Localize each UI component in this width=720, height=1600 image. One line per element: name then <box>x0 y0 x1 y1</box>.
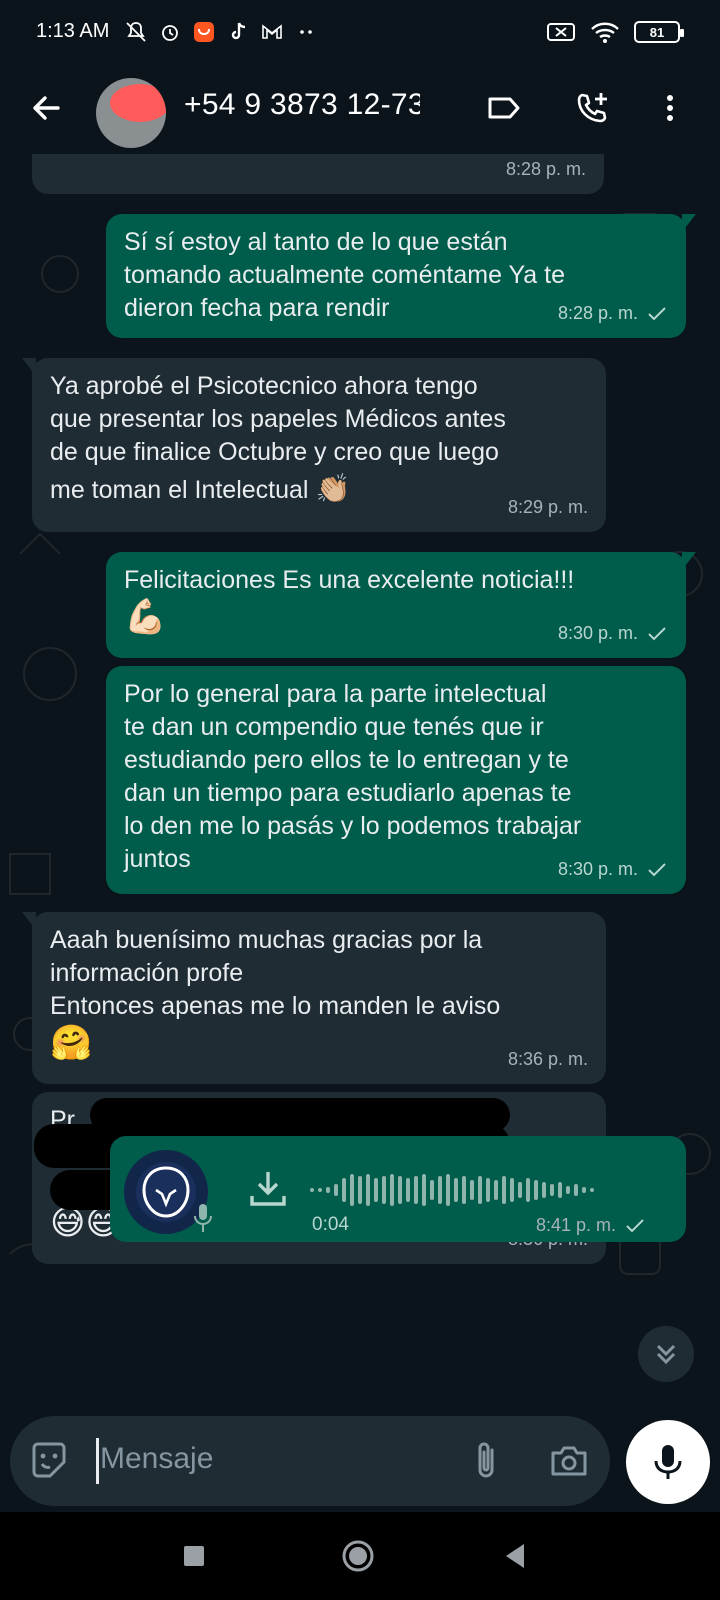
more-notifications-icon <box>300 30 312 34</box>
camera-icon[interactable] <box>548 1440 590 1482</box>
message-time: 8:28 p. m. <box>505 159 586 179</box>
message-line: Felicitaciones Es una excelente noticia!… <box>124 566 575 594</box>
message-time: 8:29 p. m. <box>507 497 588 517</box>
message-incoming[interactable]: Aaah buenísimo muchas gracias por la inf… <box>22 912 606 1084</box>
alarm-icon <box>162 25 178 41</box>
message-line: dan un tiempo para estudiarlo apenas te <box>124 779 572 807</box>
status-time: 1:13 AM <box>36 20 110 42</box>
notification-icons <box>124 20 318 44</box>
chat-header: +54 9 3873 12-73 <box>0 68 720 154</box>
message-line: te dan un compendio que tenés que ir <box>124 713 544 741</box>
more-options-icon[interactable] <box>652 90 688 126</box>
contact-avatar[interactable] <box>96 78 166 148</box>
message-line: estudiando pero ellos te lo entregan y t… <box>124 746 569 774</box>
contact-name[interactable]: +54 9 3873 12-73 <box>184 88 425 122</box>
sent-check-icon <box>626 1218 644 1232</box>
message-time: 8:36 p. m. <box>507 1049 588 1069</box>
wifi-icon <box>591 22 619 43</box>
gmail-icon <box>262 24 282 39</box>
message-line: que presentar los papeles Médicos antes <box>50 405 506 433</box>
shopping-app-icon <box>194 22 214 42</box>
battery-indicator: 81 <box>634 21 684 43</box>
message-incoming[interactable]: 8:28 p. m. <box>32 154 604 194</box>
message-outgoing[interactable]: Felicitaciones Es una excelente noticia!… <box>106 552 696 658</box>
message-outgoing[interactable]: Sí sí estoy al tanto de lo que están tom… <box>106 214 696 338</box>
waveform[interactable] <box>310 1170 630 1210</box>
message-line: me toman el Intelectual <box>50 476 309 504</box>
redaction <box>420 80 470 138</box>
message-line: Entonces apenas me lo manden le aviso <box>50 992 501 1020</box>
message-outgoing[interactable]: Por lo general para la parte intelectual… <box>106 666 686 894</box>
clapping-emoji: 👏🏼 <box>315 473 351 504</box>
system-nav-bar <box>0 1512 720 1600</box>
tiktok-icon <box>231 22 246 40</box>
voice-record-button[interactable] <box>626 1420 710 1504</box>
lion-logo-icon <box>136 1162 196 1222</box>
label-icon[interactable] <box>486 90 522 126</box>
message-time: 8:30 p. m. <box>557 859 638 879</box>
sticker-icon[interactable] <box>28 1440 70 1482</box>
home-icon[interactable] <box>338 1536 378 1576</box>
hugging-face-emoji: 🤗 <box>50 1024 93 1062</box>
recents-icon[interactable] <box>174 1536 214 1576</box>
message-time: 8:28 p. m. <box>557 303 638 323</box>
message-line: Aaah buenísimo muchas gracias por la <box>50 926 483 954</box>
message-line: información profe <box>50 959 244 987</box>
message-composer[interactable]: Mensaje <box>10 1416 610 1506</box>
message-line: Por lo general para la parte intelectual <box>124 680 547 708</box>
no-sim-icon <box>547 23 575 41</box>
message-input[interactable]: Mensaje <box>100 1442 213 1476</box>
text-cursor <box>96 1438 99 1484</box>
message-time: 8:41 p. m. <box>535 1215 616 1235</box>
back-arrow-icon[interactable] <box>28 90 64 126</box>
message-time: 8:30 p. m. <box>557 623 638 643</box>
mute-bell-icon <box>126 22 146 42</box>
sent-check-icon <box>648 306 666 320</box>
sent-check-icon <box>648 862 666 876</box>
sent-check-icon <box>648 626 666 640</box>
voice-message[interactable]: 0:04 8:41 p. m. <box>110 1136 686 1242</box>
message-line: tomando actualmente coméntame Ya te <box>124 261 566 289</box>
scroll-to-bottom-button[interactable] <box>638 1326 694 1382</box>
add-call-icon[interactable] <box>574 90 610 126</box>
mic-icon <box>194 1204 212 1232</box>
mic-icon <box>654 1445 682 1479</box>
download-icon[interactable] <box>246 1166 290 1210</box>
attach-icon[interactable] <box>466 1438 506 1484</box>
double-chevron-down-icon <box>656 1344 676 1365</box>
voice-duration: 0:04 <box>312 1214 349 1235</box>
message-line: lo den me lo pasás y lo podemos trabajar <box>124 812 582 840</box>
message-incoming[interactable]: Ya aprobé el Psicotecnico ahora tengo qu… <box>22 358 606 532</box>
message-line: Sí sí estoy al tanto de lo que están <box>124 228 508 256</box>
flexed-biceps-emoji: 💪🏻 <box>124 598 167 636</box>
system-icons: 81 <box>546 20 684 44</box>
message-line: de que finalice Octubre y creo que luego <box>50 438 499 466</box>
message-line: Ya aprobé el Psicotecnico ahora tengo <box>50 372 478 400</box>
status-bar: 1:13 AM 81 <box>0 0 720 68</box>
back-nav-icon[interactable] <box>496 1536 536 1576</box>
